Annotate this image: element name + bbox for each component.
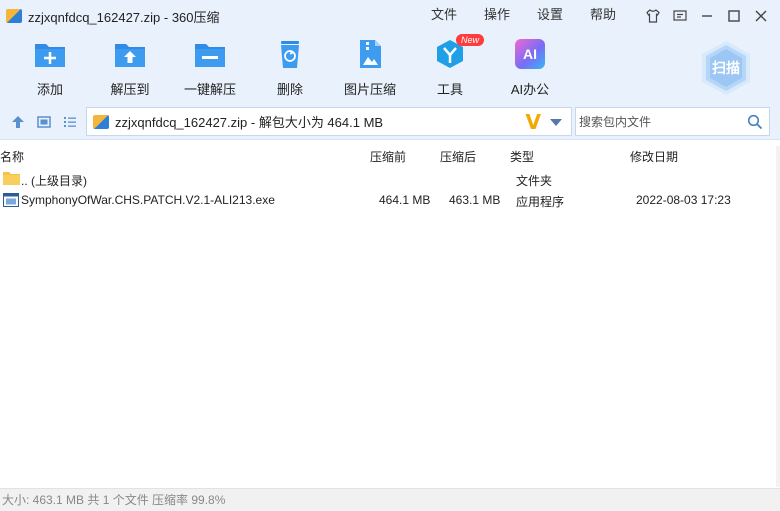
row-name: .. (上级目录) — [21, 174, 87, 188]
archive-app-icon — [6, 9, 22, 23]
row-type: 应用程序 — [516, 195, 565, 209]
maximize-button[interactable] — [720, 0, 747, 32]
row-after: 463.1 MB — [449, 193, 501, 207]
thumbnail-view-icon — [37, 116, 51, 128]
row-modified: 2022-08-03 17:23 — [636, 193, 731, 207]
tools-label: 工具 — [436, 82, 463, 97]
address-bar: zzjxqnfdcq_162427.zip - 解包大小为 464.1 MB V — [0, 104, 780, 140]
minimize-button[interactable] — [693, 0, 720, 32]
menu-file[interactable]: 文件 — [431, 0, 457, 32]
scan-label: 扫描 — [712, 60, 740, 76]
extract-to-label: 解压到 — [110, 82, 150, 97]
search-input[interactable] — [579, 114, 739, 129]
ai-office-button[interactable]: AI AI办公 — [490, 38, 570, 98]
image-zip-icon — [360, 40, 381, 68]
scan-button[interactable]: 扫描 — [700, 40, 752, 96]
menu-bar: 文件 操作 设置 帮助 — [431, 0, 643, 32]
maximize-icon — [727, 10, 740, 22]
one-click-extract-button[interactable]: 一键解压 — [170, 38, 250, 98]
column-name[interactable]: 名称 — [0, 148, 24, 165]
image-compress-button[interactable]: 图片压缩 — [330, 38, 410, 98]
close-icon — [755, 10, 766, 22]
feedback-button[interactable] — [666, 0, 693, 32]
ai-icon: AI — [515, 39, 545, 69]
toolbar: 添加 解压到 一键解压 删除 图片压缩 New 工具 AI AI办公 扫描 — [0, 32, 780, 104]
delete-label: 删除 — [276, 82, 303, 97]
title-bar: zzjxqnfdcq_162427.zip - 360压缩 文件 操作 设置 帮… — [0, 0, 780, 32]
menu-operation[interactable]: 操作 — [484, 0, 510, 32]
one-click-folder-icon — [195, 44, 225, 67]
skin-button[interactable] — [639, 0, 666, 32]
column-type[interactable]: 类型 — [510, 148, 534, 165]
list-view-button[interactable] — [60, 112, 80, 132]
delete-button[interactable]: 删除 — [250, 38, 330, 98]
window-controls — [639, 0, 774, 32]
image-compress-label: 图片压缩 — [343, 82, 396, 97]
exe-file-icon — [3, 193, 19, 207]
tools-button[interactable]: New 工具 — [410, 34, 490, 98]
message-icon — [672, 10, 687, 21]
path-text: zzjxqnfdcq_162427.zip - 解包大小为 464.1 MB — [115, 115, 384, 130]
list-item-exe[interactable]: SymphonyOfWar.CHS.PATCH.V2.1-ALI213.exe … — [0, 190, 780, 210]
v-mark-icon[interactable]: V — [526, 112, 541, 132]
close-button[interactable] — [747, 0, 774, 32]
status-text: 大小: 463.1 MB 共 1 个文件 压缩率 99.8% — [2, 493, 226, 507]
path-field[interactable]: zzjxqnfdcq_162427.zip - 解包大小为 464.1 MB V — [86, 107, 572, 136]
search-field — [575, 107, 770, 136]
scrollbar[interactable] — [776, 146, 780, 487]
row-before: 464.1 MB — [379, 193, 431, 207]
window-title: zzjxqnfdcq_162427.zip - 360压缩 — [28, 9, 220, 25]
status-bar: 大小: 463.1 MB 共 1 个文件 压缩率 99.8% — [0, 488, 780, 511]
arrow-up-icon — [12, 116, 24, 128]
extract-to-button[interactable]: 解压到 — [90, 38, 170, 98]
row-name: SymphonyOfWar.CHS.PATCH.V2.1-ALI213.exe — [21, 193, 275, 207]
list-header: 名称 压缩前 压缩后 类型 修改日期 — [0, 146, 780, 164]
one-click-extract-label: 一键解压 — [183, 82, 236, 97]
add-button[interactable]: 添加 — [10, 38, 90, 98]
thumbnail-view-button[interactable] — [34, 112, 54, 132]
path-dropdown-icon[interactable] — [550, 119, 562, 126]
recycle-bin-icon — [281, 41, 299, 68]
extract-folder-icon — [115, 44, 145, 67]
add-folder-icon — [35, 44, 65, 67]
list-item-parent-dir[interactable]: .. (上级目录) 文件夹 — [0, 169, 780, 189]
search-icon[interactable] — [747, 114, 763, 130]
tshirt-icon — [645, 9, 660, 23]
menu-help[interactable]: 帮助 — [590, 0, 616, 32]
column-before[interactable]: 压缩前 — [370, 148, 406, 165]
list-view-icon — [64, 117, 76, 127]
new-badge: New — [456, 34, 485, 46]
column-after[interactable]: 压缩后 — [440, 148, 476, 165]
ai-office-label: AI办公 — [510, 82, 550, 97]
up-button[interactable] — [8, 112, 28, 132]
archive-path-icon — [93, 114, 109, 129]
column-modified[interactable]: 修改日期 — [630, 148, 678, 165]
add-label: 添加 — [36, 82, 63, 97]
row-type: 文件夹 — [516, 174, 553, 188]
folder-icon — [3, 172, 20, 185]
menu-settings[interactable]: 设置 — [537, 0, 563, 32]
minimize-icon — [701, 15, 712, 17]
